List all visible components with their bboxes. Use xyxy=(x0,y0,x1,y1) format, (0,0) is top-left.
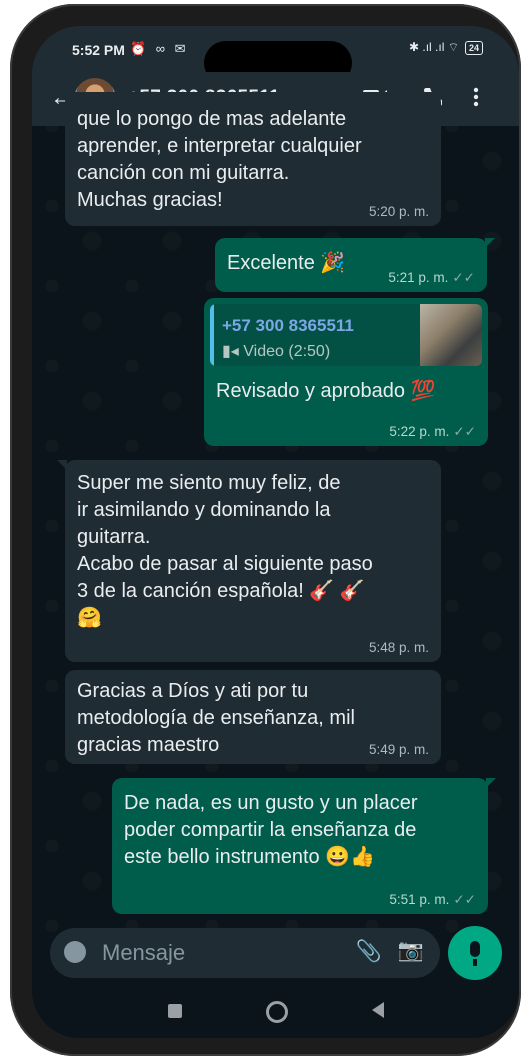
message-time: 5:20 p. m. xyxy=(368,204,429,219)
message-bubble-incoming[interactable]: Gracias a Díos y ati por tu metodología … xyxy=(65,670,441,764)
quote-bar xyxy=(210,304,214,366)
attach-icon[interactable]: 📎 xyxy=(356,940,382,964)
message-input[interactable]: Mensaje xyxy=(102,940,185,966)
message-input-bar[interactable]: Mensaje 📎 📷 xyxy=(50,928,440,978)
video-icon: ▮◂ xyxy=(222,343,244,360)
message-text: Super me siento muy feliz, de ir asimila… xyxy=(77,472,373,629)
quoted-video-duration: Video (2:50) xyxy=(243,343,331,360)
status-time: 5:52 PM xyxy=(72,42,125,58)
phone-frame: 5:52 PM ⏰ ∞ ✉ ✱ .ıl .ıl ⌔ 24 ← +57 300 8… xyxy=(10,4,521,1056)
camera-icon[interactable]: 📷 xyxy=(398,939,424,963)
status-bar: 5:52 PM ⏰ ∞ ✉ ✱ .ıl .ıl ⌔ 24 xyxy=(32,26,519,85)
mic-stand xyxy=(473,959,477,966)
message-text: De nada, es un gusto y un placer poder c… xyxy=(124,792,418,868)
double-check-icon: ✓✓ xyxy=(452,270,475,285)
recents-icon[interactable] xyxy=(168,1004,182,1018)
home-icon[interactable] xyxy=(266,1001,288,1023)
message-text: que lo pongo de mas adelante aprender, e… xyxy=(77,108,362,211)
message-text: Excelente 🎉 xyxy=(227,252,346,274)
message-text: Gracias a Díos y ati por tu metodología … xyxy=(77,680,355,756)
bubble-tail xyxy=(485,238,495,248)
emoji-icon[interactable] xyxy=(64,941,86,963)
system-nav-bar xyxy=(32,990,519,1038)
battery-icon: 24 xyxy=(464,40,483,55)
signal-wifi-icons: ✱ .ıl .ıl ⌔ xyxy=(408,40,459,54)
status-notification-icons: ⏰ ∞ ✉ xyxy=(130,41,189,56)
more-vert-icon[interactable] xyxy=(472,86,480,114)
video-thumbnail[interactable] xyxy=(420,304,482,366)
double-check-icon: ✓✓ xyxy=(453,424,476,439)
bubble-tail xyxy=(486,778,496,788)
double-check-icon: ✓✓ xyxy=(453,892,476,907)
quoted-sender: +57 300 8365511 xyxy=(222,316,354,335)
mic-icon xyxy=(470,941,480,957)
nav-back-icon[interactable] xyxy=(372,1002,384,1018)
message-bubble-outgoing[interactable]: De nada, es un gusto y un placer poder c… xyxy=(112,778,496,914)
message-bubble-outgoing[interactable]: Excelente 🎉 5:21 p. m. ✓✓ xyxy=(215,238,495,292)
message-text: Revisado y aprobado 💯 xyxy=(216,380,436,402)
quoted-message[interactable]: +57 300 8365511 ▮◂ Video (2:50) xyxy=(210,304,482,366)
bubble-tail xyxy=(57,460,67,470)
message-time: 5:51 p. m. xyxy=(389,892,450,907)
message-time: 5:48 p. m. xyxy=(368,640,429,655)
screen: 5:52 PM ⏰ ∞ ✉ ✱ .ıl .ıl ⌔ 24 ← +57 300 8… xyxy=(32,26,519,1038)
message-bubble-incoming[interactable]: Super me siento muy feliz, de ir asimila… xyxy=(57,460,441,662)
status-right-icons: ✱ .ıl .ıl ⌔ 24 xyxy=(409,40,483,55)
message-time: 5:22 p. m. xyxy=(389,424,450,439)
mic-button[interactable] xyxy=(448,926,502,980)
message-bubble-incoming[interactable]: que lo pongo de mas adelante aprender, e… xyxy=(65,92,441,226)
message-time: 5:21 p. m. xyxy=(388,270,449,285)
message-bubble-outgoing[interactable]: +57 300 8365511 ▮◂ Video (2:50) Revisado… xyxy=(204,298,488,446)
message-time: 5:49 p. m. xyxy=(368,742,429,757)
